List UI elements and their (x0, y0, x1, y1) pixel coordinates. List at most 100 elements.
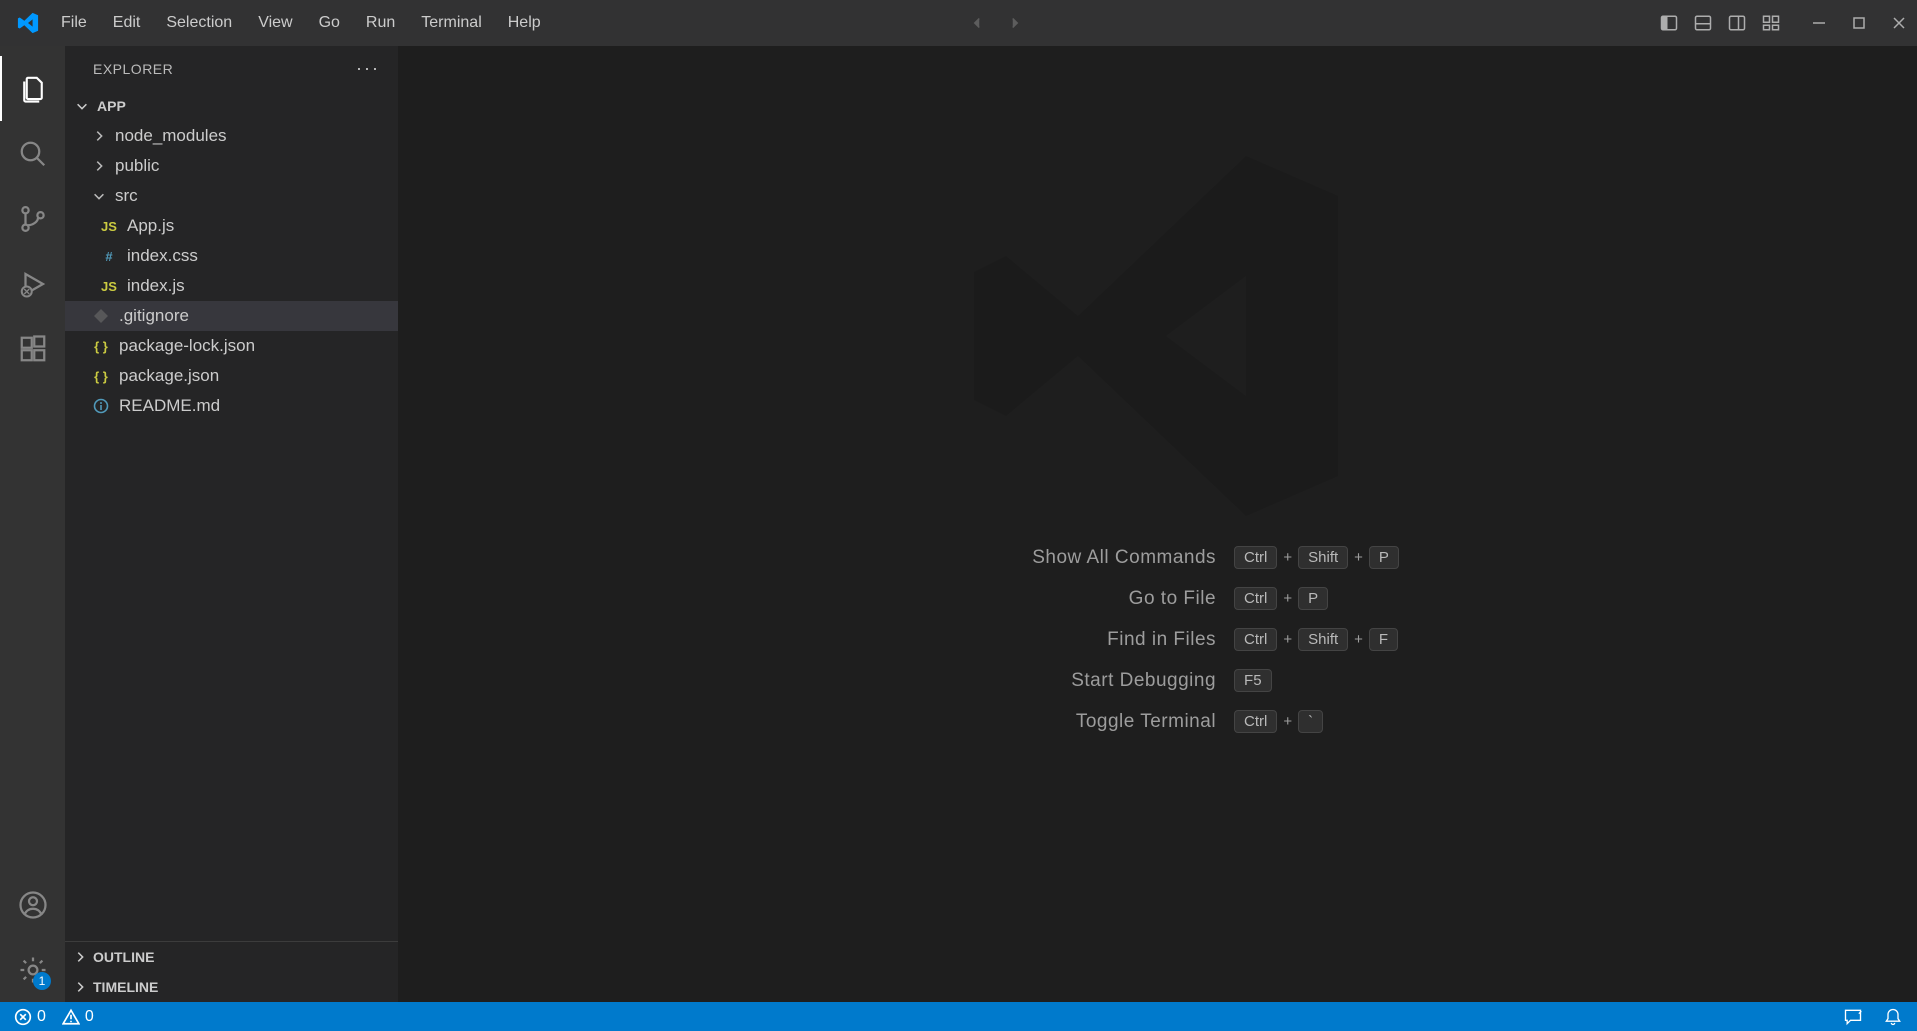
info-file-icon (91, 398, 111, 414)
key-separator: + (1354, 549, 1363, 566)
outline-label: OUTLINE (93, 949, 154, 965)
activitybar-scm[interactable] (0, 186, 65, 251)
window-maximize-icon[interactable] (1849, 16, 1869, 30)
keycap: F5 (1234, 669, 1272, 692)
explorer-root-header[interactable]: APP (65, 91, 398, 121)
status-notifications[interactable] (1883, 1007, 1903, 1027)
error-count: 0 (37, 1008, 46, 1026)
tree-label: package-lock.json (119, 336, 255, 356)
files-icon (18, 74, 48, 104)
explorer-more-icon[interactable]: ··· (356, 58, 380, 79)
menu-terminal[interactable]: Terminal (408, 8, 494, 38)
customize-layout-icon[interactable] (1761, 13, 1781, 33)
menu-selection[interactable]: Selection (153, 8, 245, 38)
file-package-lock-json[interactable]: { }package-lock.json (65, 331, 398, 361)
timeline-section[interactable]: TIMELINE (65, 972, 398, 1002)
keycap: Ctrl (1234, 587, 1277, 610)
key-separator: + (1283, 713, 1292, 730)
activitybar-extensions[interactable] (0, 316, 65, 381)
status-problems[interactable]: 0 0 (14, 1008, 94, 1026)
file-tree: node_modulespublic src JS App.js # index.css J… (65, 121, 398, 941)
file-index-js[interactable]: JSindex.js (65, 271, 398, 301)
menu-file[interactable]: File (48, 8, 100, 38)
sidebar-title: EXPLORER (93, 61, 173, 77)
shortcut-keys: F5 (1234, 669, 1272, 692)
tree-label: App.js (127, 216, 174, 236)
folder-src[interactable]: src (65, 181, 398, 211)
activitybar-explorer[interactable] (0, 56, 65, 121)
sidebar: EXPLORER ··· APP node_modulespublicsrcJS… (65, 46, 398, 1002)
shortcut-keys: Ctrl + ` (1234, 710, 1323, 733)
shortcut-keys: Ctrl+Shift+F (1234, 628, 1398, 651)
activitybar-accounts[interactable] (0, 872, 65, 937)
status-feedback[interactable] (1843, 1007, 1863, 1027)
nav-back-icon[interactable] (968, 14, 986, 32)
tree-label: node_modules (115, 126, 227, 146)
activitybar-search[interactable] (0, 121, 65, 186)
keycap: Shift (1298, 628, 1348, 651)
menu-help[interactable]: Help (495, 8, 554, 38)
menubar: FileEditSelectionViewGoRunTerminalHelp (48, 8, 554, 38)
activitybar-manage[interactable]: 1 (0, 937, 65, 1002)
menu-edit[interactable]: Edit (100, 8, 154, 38)
chevron-right-icon (73, 980, 87, 994)
activitybar: 1 (0, 46, 65, 1002)
shortcut-row: Go to FileCtrl+P (916, 587, 1399, 610)
key-separator: + (1283, 631, 1292, 648)
tree-label: README.md (119, 396, 220, 416)
window-close-icon[interactable] (1889, 16, 1909, 30)
source-control-icon (18, 204, 48, 234)
toggle-secondary-sidebar-icon[interactable] (1727, 13, 1747, 33)
shortcut-row: Show All CommandsCtrl+Shift+P (916, 546, 1399, 569)
file-package-json[interactable]: { }package.json (65, 361, 398, 391)
shortcut-row: Start Debugging F5 (916, 669, 1399, 692)
chevron-right-icon (91, 159, 107, 173)
activitybar-debug[interactable] (0, 251, 65, 316)
chevron-down-icon (73, 99, 91, 113)
keycap: ` (1298, 710, 1323, 733)
timeline-label: TIMELINE (93, 979, 158, 995)
file-app-js[interactable]: JS App.js (65, 211, 398, 241)
key-separator: + (1283, 549, 1292, 566)
shortcut-label: Start Debugging (916, 670, 1216, 692)
welcome-shortcuts: Show All CommandsCtrl+Shift+PGo to FileC… (916, 546, 1399, 733)
shortcut-keys: Ctrl+P (1234, 587, 1328, 610)
menu-view[interactable]: View (245, 8, 305, 38)
menu-run[interactable]: Run (353, 8, 408, 38)
keycap: Ctrl (1234, 546, 1277, 569)
shortcut-row: Find in FilesCtrl+Shift+F (916, 628, 1399, 651)
outline-section[interactable]: OUTLINE (65, 942, 398, 972)
titlebar: FileEditSelectionViewGoRunTerminalHelp (0, 0, 1917, 46)
window-minimize-icon[interactable] (1809, 16, 1829, 30)
error-icon (14, 1008, 32, 1026)
tree-label: index.css (127, 246, 198, 266)
vscode-watermark-icon (958, 136, 1358, 536)
js-file-icon: JS (99, 219, 119, 234)
js-file-icon: JS (99, 279, 119, 294)
key-separator: + (1283, 590, 1292, 607)
warning-icon (62, 1008, 80, 1026)
manage-badge: 1 (33, 972, 51, 990)
file-index-css[interactable]: # index.css (65, 241, 398, 271)
toggle-panel-icon[interactable] (1693, 13, 1713, 33)
nav-forward-icon[interactable] (1006, 14, 1024, 32)
file--gitignore[interactable]: .gitignore (65, 301, 398, 331)
tree-label: public (115, 156, 159, 176)
account-icon (18, 890, 48, 920)
folder-public[interactable]: public (65, 151, 398, 181)
git-file-icon (91, 308, 111, 324)
keycap: Ctrl (1234, 628, 1277, 651)
shortcut-label: Find in Files (916, 629, 1216, 651)
shortcut-label: Show All Commands (916, 547, 1216, 569)
title-nav (554, 14, 1659, 32)
keycap: Ctrl (1234, 710, 1277, 733)
shortcut-keys: Ctrl+Shift+P (1234, 546, 1399, 569)
menu-go[interactable]: Go (306, 8, 353, 38)
warning-count: 0 (85, 1008, 94, 1026)
explorer-root-label: APP (97, 98, 126, 114)
tree-label: package.json (119, 366, 219, 386)
css-file-icon: # (99, 249, 119, 264)
toggle-primary-sidebar-icon[interactable] (1659, 13, 1679, 33)
file-readme-md[interactable]: README.md (65, 391, 398, 421)
folder-node-modules[interactable]: node_modules (65, 121, 398, 151)
